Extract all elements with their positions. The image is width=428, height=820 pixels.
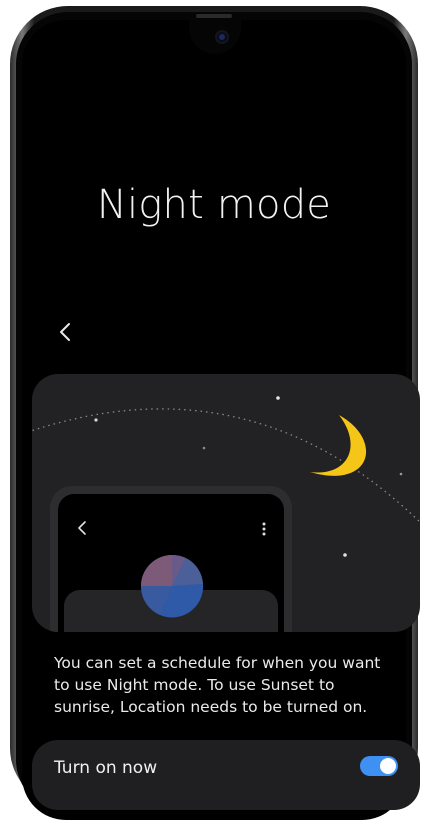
mini-back-icon [76,520,88,541]
turn-on-now-row[interactable]: Turn on now [32,740,420,810]
night-mode-illustration [32,374,420,632]
color-wheel-icon [140,554,204,618]
back-button[interactable] [54,318,78,346]
moon-icon [310,415,367,476]
earpiece-speaker [196,14,232,18]
more-vert-icon [262,522,266,541]
toggle-knob [380,758,396,774]
mini-phone-screen [58,494,284,632]
turn-on-now-toggle[interactable] [360,756,398,776]
turn-on-now-label: Turn on now [54,758,158,778]
page-title: Night mode [96,182,332,228]
back-chevron-icon [60,323,70,341]
description-text: You can set a schedule for when you want… [54,654,381,716]
front-camera [215,30,229,44]
mini-phone-preview [50,486,292,632]
